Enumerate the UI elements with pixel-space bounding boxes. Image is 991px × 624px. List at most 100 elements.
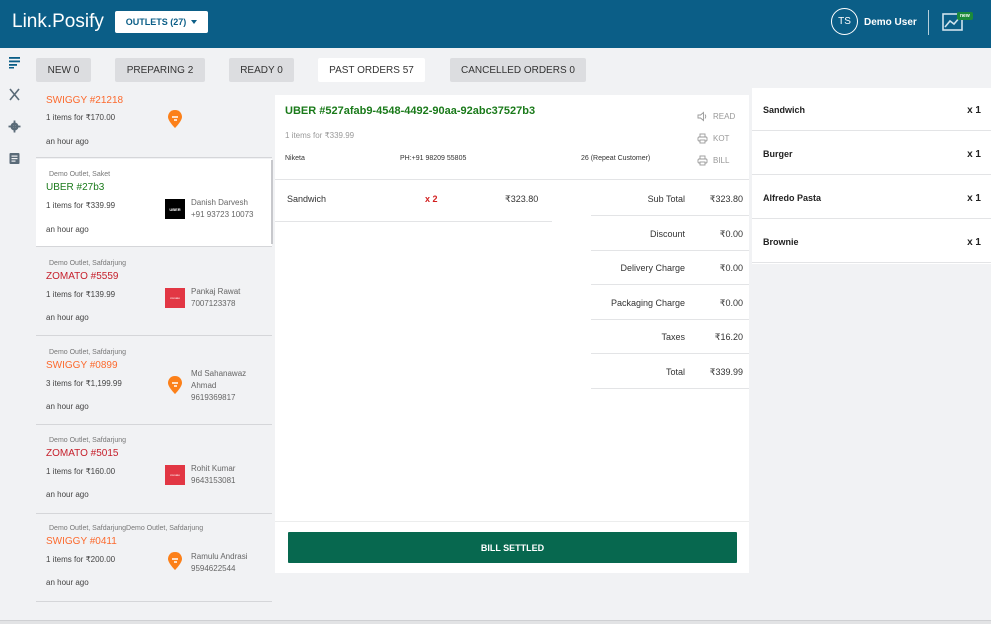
order-outlet: Demo Outlet, Safdarjung xyxy=(49,437,127,444)
totals-value: ₹339.99 xyxy=(709,367,743,377)
order-time: an hour ago xyxy=(46,578,89,587)
totals-label: Sub Total xyxy=(647,194,685,204)
gear-icon[interactable] xyxy=(8,120,21,133)
order-outlet: Demo Outlet, SafdarjungDemo Outlet, Safd… xyxy=(49,525,204,532)
customer-phone: 9619369817 xyxy=(191,393,236,402)
order-detail-panel: UBER #527afab9-4548-4492-90aa-92abc37527… xyxy=(275,95,749,573)
kot-label: KOT xyxy=(713,134,730,143)
items-summary-panel: Sandwich x 1 Burger x 1 Alfredo Pasta x … xyxy=(752,88,991,264)
repeat-customer-note: 26 (Repeat Customer) xyxy=(581,155,651,162)
outlets-dropdown[interactable]: OUTLETS (27) xyxy=(115,11,208,33)
order-detail-title: UBER #527afab9-4548-4492-90aa-92abc37527… xyxy=(285,105,536,117)
line-item-price: ₹323.80 xyxy=(505,194,539,204)
order-time: an hour ago xyxy=(46,402,89,411)
outlets-label: OUTLETS (27) xyxy=(125,17,187,27)
summary-item-row: Alfredo Pasta x 1 xyxy=(752,176,991,219)
order-card[interactable]: Demo Outlet, Safdarjung ZOMATO #5559 1 i… xyxy=(36,248,272,336)
order-card[interactable]: Demo Outlet, Safdarjung SWIGGY #0899 3 i… xyxy=(36,337,272,425)
totals-value: ₹0.00 xyxy=(719,229,743,239)
printer-icon xyxy=(697,133,708,144)
order-time: an hour ago xyxy=(46,137,89,146)
customer-name: Pankaj Rawat xyxy=(191,287,241,296)
orders-list-icon[interactable] xyxy=(8,56,21,69)
caret-down-icon xyxy=(191,20,198,24)
summary-item-qty: x 1 xyxy=(967,237,981,248)
totals-row-delivery: Delivery Charge ₹0.00 xyxy=(591,250,749,285)
tab-ready[interactable]: READY 0 xyxy=(229,58,294,82)
order-detail-items-summary: 1 items for ₹339.99 xyxy=(285,131,355,140)
summary-item-name: Sandwich xyxy=(763,105,806,115)
order-title: ZOMATO #5559 xyxy=(46,271,119,282)
customer-info: Md Sahanawaz Ahmad 9619369817 xyxy=(191,368,266,404)
summary-item-row: Sandwich x 1 xyxy=(752,88,991,131)
customer-phone: 7007123378 xyxy=(191,299,236,308)
order-card[interactable]: SWIGGY #21218 1 items for ₹170.00 an hou… xyxy=(36,88,272,158)
totals-value: ₹16.20 xyxy=(714,332,743,342)
order-title: SWIGGY #21218 xyxy=(46,95,124,106)
customer-info: Pankaj Rawat 7007123378 xyxy=(191,286,240,310)
bill-label: BILL xyxy=(713,156,730,165)
order-title: ZOMATO #5015 xyxy=(46,448,119,459)
avatar[interactable]: TS xyxy=(831,8,858,35)
customer-name: Md Sahanawaz Ahmad xyxy=(191,369,247,390)
order-card[interactable]: Demo Outlet, SafdarjungDemo Outlet, Safd… xyxy=(36,515,272,602)
order-items-summary: 1 items for ₹160.00 xyxy=(46,467,116,476)
customer-info: Danish Darvesh +91 93723 10073 xyxy=(191,197,254,221)
read-label: READ xyxy=(713,112,736,121)
totals-value: ₹0.00 xyxy=(719,263,743,273)
tab-preparing[interactable]: PREPARING 2 xyxy=(115,58,205,82)
top-bar: Link.Posify OUTLETS (27) TS Demo User ne… xyxy=(0,0,991,48)
totals-row-discount: Discount ₹0.00 xyxy=(591,216,749,251)
speaker-icon xyxy=(697,111,707,122)
customer-phone: +91 93723 10073 xyxy=(191,210,254,219)
totals-row-total: Total ₹339.99 xyxy=(591,354,749,389)
brand-logo[interactable]: Link.Posify xyxy=(12,11,104,33)
report-icon[interactable] xyxy=(8,152,21,165)
zomato-logo: zomato xyxy=(165,288,185,308)
totals-row-taxes: Taxes ₹16.20 xyxy=(591,319,749,354)
totals-label: Delivery Charge xyxy=(620,263,685,273)
new-badge: new xyxy=(957,12,973,20)
order-list: SWIGGY #21218 1 items for ₹170.00 an hou… xyxy=(36,88,272,602)
order-customer-name: Niketa xyxy=(285,155,305,162)
summary-item-row: Burger x 1 xyxy=(752,132,991,175)
summary-item-row: Brownie x 1 xyxy=(752,220,991,263)
order-outlet: Demo Outlet, Saket xyxy=(49,171,111,178)
bill-button[interactable]: BILL xyxy=(697,155,729,166)
user-name[interactable]: Demo User xyxy=(864,17,917,28)
totals-value: ₹0.00 xyxy=(719,298,743,308)
order-card[interactable]: Demo Outlet, Safdarjung ZOMATO #5015 1 i… xyxy=(36,426,272,514)
order-items-summary: 1 items for ₹200.00 xyxy=(46,555,116,564)
order-list-scrollbar[interactable] xyxy=(271,160,273,244)
kot-button[interactable]: KOT xyxy=(697,133,729,144)
customer-info: Ramulu Andrasi 9594622544 xyxy=(191,551,247,575)
line-item-divider xyxy=(275,221,552,222)
summary-item-name: Alfredo Pasta xyxy=(763,193,822,203)
order-items-summary: 3 items for ₹1,199.99 xyxy=(46,379,122,388)
order-items-summary: 1 items for ₹170.00 xyxy=(46,113,116,122)
tab-cancelled-orders[interactable]: CANCELLED ORDERS 0 xyxy=(450,58,586,82)
left-rail xyxy=(0,48,28,624)
read-button[interactable]: READ xyxy=(697,111,735,122)
totals-value: ₹323.80 xyxy=(709,194,743,204)
order-time: an hour ago xyxy=(46,225,89,234)
cutlery-icon[interactable] xyxy=(8,88,21,101)
bill-settled-button[interactable]: BILL SETTLED xyxy=(288,532,737,563)
tab-new[interactable]: NEW 0 xyxy=(36,58,91,82)
order-customer-phone: PH:+91 98209 55805 xyxy=(400,155,467,162)
tab-past-orders[interactable]: PAST ORDERS 57 xyxy=(318,58,425,82)
zomato-logo: zomato xyxy=(165,465,185,485)
swiggy-logo xyxy=(168,376,182,394)
detail-divider xyxy=(275,179,749,180)
order-title: SWIGGY #0411 xyxy=(46,536,117,547)
customer-name: Ramulu Andrasi xyxy=(191,552,248,561)
swiggy-logo xyxy=(168,110,182,128)
summary-item-name: Burger xyxy=(763,149,793,159)
swiggy-logo xyxy=(168,552,182,570)
footer-divider xyxy=(275,521,749,522)
printer-icon xyxy=(697,155,708,166)
totals-label: Discount xyxy=(649,229,685,239)
customer-name: Rohit Kumar xyxy=(191,464,236,473)
totals-label: Taxes xyxy=(661,332,685,342)
order-card-selected[interactable]: Demo Outlet, Saket UBER #27b3 1 items fo… xyxy=(36,159,272,247)
